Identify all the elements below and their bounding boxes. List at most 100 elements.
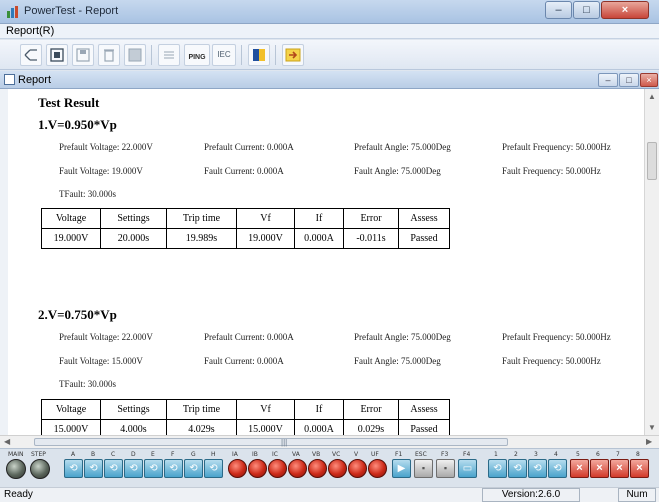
vc-indicator — [328, 459, 347, 478]
prefault-frequency: Prefault Frequency: 50.000Hz — [502, 142, 611, 152]
key-2-button[interactable]: ⟲ — [508, 459, 527, 478]
key-6-button[interactable]: × — [590, 459, 609, 478]
key-c-button[interactable]: ⟲ — [104, 459, 123, 478]
prefault-current: Prefault Current: 0.000A — [204, 332, 294, 342]
toolbar-separator — [275, 45, 276, 65]
key-b-button[interactable]: ⟲ — [84, 459, 103, 478]
number-key-label: 5 — [576, 451, 580, 458]
key-5-button[interactable]: × — [570, 459, 589, 478]
blue-key-label: E — [151, 451, 155, 458]
exit-arrow-icon[interactable] — [282, 44, 304, 66]
key-a-button[interactable]: ⟲ — [64, 459, 83, 478]
vertical-scroll-thumb[interactable] — [647, 142, 657, 180]
fault-current: Fault Current: 0.000A — [204, 356, 284, 366]
knob-label: MAIN — [8, 451, 24, 458]
save-icon[interactable] — [72, 44, 94, 66]
key-8-button[interactable]: × — [630, 459, 649, 478]
main-knob[interactable] — [6, 459, 26, 479]
blue-key-label: A — [71, 451, 76, 458]
red-led-label: VA — [292, 451, 300, 458]
ping-button[interactable]: PING — [184, 44, 210, 66]
cell-vf: 15.000V — [236, 419, 295, 435]
function-key-label: ESC — [415, 451, 427, 458]
prefault-voltage: Prefault Voltage: 22.000V — [59, 142, 153, 152]
cell-error: -0.011s — [343, 228, 399, 249]
open-icon[interactable] — [46, 44, 68, 66]
f1-button[interactable]: ▶ — [392, 459, 411, 478]
header-assess: Assess — [398, 208, 450, 229]
report-window-icon — [4, 74, 15, 85]
report-close-button[interactable]: × — [640, 73, 658, 87]
header-vf: Vf — [236, 208, 295, 229]
fault-frequency: Fault Frequency: 50.000Hz — [502, 166, 601, 176]
v-indicator — [348, 459, 367, 478]
esc-button[interactable]: ▪ — [414, 459, 433, 478]
knob-label: STEP — [31, 451, 46, 458]
cell-voltage: 15.000V — [41, 419, 101, 435]
result-table: Voltage Settings Trip time Vf If Error A… — [41, 208, 450, 249]
function-key-label: F3 — [441, 451, 449, 458]
key-1-button[interactable]: ⟲ — [488, 459, 507, 478]
delete-icon[interactable] — [98, 44, 120, 66]
report-restore-button[interactable]: □ — [619, 73, 639, 87]
report-minimize-button[interactable]: – — [598, 73, 618, 87]
key-f-button[interactable]: ⟲ — [164, 459, 183, 478]
key-e-button[interactable]: ⟲ — [144, 459, 163, 478]
report-book-icon[interactable] — [248, 44, 270, 66]
prefault-angle: Prefault Angle: 75.000Deg — [354, 332, 451, 342]
header-voltage: Voltage — [41, 208, 101, 229]
status-num-lock: Num — [618, 488, 656, 502]
toolbar: PING IEC — [0, 40, 659, 70]
menu-bar: Report(R) — [0, 24, 659, 39]
horizontal-scrollbar[interactable]: ◀ ||| ▶ — [0, 435, 659, 448]
key-4-button[interactable]: ⟲ — [548, 459, 567, 478]
status-ready: Ready — [4, 489, 33, 500]
prefault-frequency: Prefault Frequency: 50.000Hz — [502, 332, 611, 342]
scroll-left-icon[interactable]: ◀ — [4, 437, 10, 446]
export-icon[interactable] — [124, 44, 146, 66]
scroll-down-icon[interactable]: ▼ — [648, 423, 656, 432]
minimize-button[interactable]: – — [545, 1, 572, 19]
key-7-button[interactable]: × — [610, 459, 629, 478]
key-g-button[interactable]: ⟲ — [184, 459, 203, 478]
blue-key-label: G — [191, 451, 196, 458]
cell-error: 0.029s — [343, 419, 399, 435]
red-led-label: VC — [332, 451, 341, 458]
phase-icon[interactable] — [20, 44, 42, 66]
scroll-up-icon[interactable]: ▲ — [648, 92, 656, 101]
step-knob[interactable] — [30, 459, 50, 479]
cell-assess: Passed — [398, 419, 450, 435]
maximize-button[interactable]: □ — [573, 1, 600, 19]
report-window-title: Report — [18, 74, 52, 86]
cell-trip-time: 4.029s — [166, 419, 237, 435]
title-bar: PowerTest - Report – □ × — [0, 0, 659, 24]
blue-key-label: B — [91, 451, 96, 458]
menu-report[interactable]: Report(R) — [6, 25, 54, 37]
f3-button[interactable]: ▪ — [436, 459, 455, 478]
f4-button[interactable]: ▭ — [458, 459, 477, 478]
function-key-label: F1 — [395, 451, 403, 458]
key-h-button[interactable]: ⟲ — [204, 459, 223, 478]
key-d-button[interactable]: ⟲ — [124, 459, 143, 478]
red-led-label: VB — [312, 451, 321, 458]
number-key-label: 4 — [554, 451, 558, 458]
iec-button[interactable]: IEC — [212, 44, 236, 66]
number-key-label: 8 — [636, 451, 640, 458]
header-error: Error — [343, 208, 399, 229]
number-key-label: 3 — [534, 451, 538, 458]
scroll-right-icon[interactable]: ▶ — [646, 437, 652, 446]
fault-angle: Fault Angle: 75.000Deg — [354, 356, 441, 366]
header-if: If — [294, 399, 344, 420]
app-icon — [7, 6, 18, 18]
ib-indicator — [248, 459, 267, 478]
number-key-label: 2 — [514, 451, 518, 458]
cell-voltage: 19.000V — [41, 228, 101, 249]
horizontal-scroll-thumb[interactable]: ||| — [34, 438, 508, 447]
fault-frequency: Fault Frequency: 50.000Hz — [502, 356, 601, 366]
number-key-label: 6 — [596, 451, 600, 458]
key-3-button[interactable]: ⟲ — [528, 459, 547, 478]
list-icon[interactable] — [158, 44, 180, 66]
vertical-scrollbar[interactable]: ▲ ▼ — [644, 89, 659, 435]
uf-indicator — [368, 459, 387, 478]
close-button[interactable]: × — [601, 1, 649, 19]
